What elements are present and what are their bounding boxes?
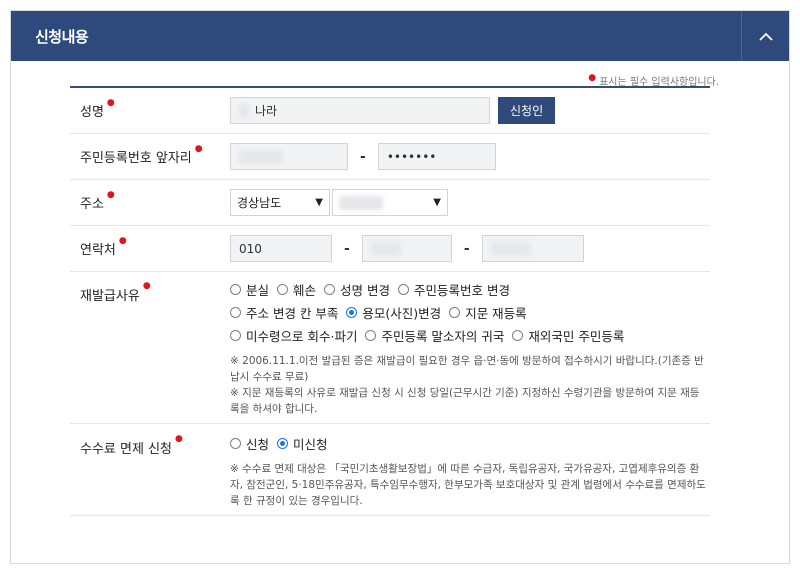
row-reason: 재발급사유 ● 분실 훼손 성명 변경 주민등록번호 변경 주소 변경 칸 부족 … (70, 272, 710, 424)
chevron-up-icon (758, 32, 773, 41)
fee-option-not-apply[interactable]: 미신청 (277, 434, 328, 453)
province-select[interactable]: 경상남도 ▼ (230, 189, 330, 216)
reason-option-overseas[interactable]: 재외국민 주민등록 (512, 326, 624, 345)
reason-option-unreceived[interactable]: 미수령으로 회수·파기 (230, 326, 357, 345)
reason-option-return[interactable]: 주민등록 말소자의 귀국 (365, 326, 504, 345)
rrn-front-field[interactable] (230, 143, 348, 170)
required-dot-icon: ● (106, 189, 115, 200)
chevron-down-icon: ▼ (433, 197, 441, 208)
label-name: 성명 ● (80, 97, 115, 121)
reason-option-lost[interactable]: 분실 (230, 280, 269, 299)
application-form: 성명 ● 나라 신청인 주민등록번호 앞자리 ● - ••••••• 주소 ● 경상남… (70, 86, 710, 516)
rrn-back-field[interactable]: ••••••• (377, 143, 496, 170)
dash: - (360, 148, 366, 165)
required-dot-icon: ● (588, 73, 597, 83)
panel-header: 신청내용 (11, 11, 789, 61)
row-fee: 수수료 면제 신청 ● 신청 미신청 ※ 수수료 면제 대상은 「국민기초생활보장… (70, 424, 710, 516)
row-rrn: 주민등록번호 앞자리 ● - ••••••• (70, 134, 710, 180)
required-dot-icon: ● (175, 434, 183, 444)
row-address: 주소 ● 경상남도 ▼ ▼ (70, 180, 710, 226)
reason-option-photo-change[interactable]: 용모(사진)변경 (346, 303, 441, 322)
label-address: 주소 ● (80, 189, 115, 213)
collapse-button[interactable] (741, 11, 789, 61)
name-field[interactable]: 나라 (230, 97, 490, 124)
phone-middle-field[interactable] (361, 235, 452, 262)
reason-option-name-change[interactable]: 성명 변경 (324, 280, 390, 299)
reason-option-rrn-change[interactable]: 주민등록번호 변경 (398, 280, 510, 299)
reason-option-damaged[interactable]: 훼손 (277, 280, 316, 299)
reason-option-address-space[interactable]: 주소 변경 칸 부족 (230, 303, 338, 322)
phone-last-field[interactable] (481, 235, 584, 262)
reason-note-1: ※ 2006.11.1.이전 발급된 증은 재발급이 필요한 경우 읍·면·동에… (230, 355, 704, 383)
label-reason: 재발급사유 ● (80, 281, 151, 304)
label-rrn: 주민등록번호 앞자리 ● (80, 143, 203, 167)
chevron-down-icon: ▼ (315, 197, 323, 208)
fee-note: ※ 수수료 면제 대상은 「국민기초생활보장법」에 따른 수급자, 독립유공자,… (230, 463, 706, 507)
reason-option-fingerprint[interactable]: 지문 재등록 (449, 303, 527, 322)
row-contact: 연락처 ● 010 - - (70, 226, 710, 272)
phone-prefix-field[interactable]: 010 (230, 235, 332, 262)
row-name: 성명 ● 나라 신청인 (70, 88, 710, 134)
dash: - (463, 240, 470, 257)
required-dot-icon: ● (106, 97, 115, 108)
required-dot-icon: ● (194, 143, 203, 154)
required-dot-icon: ● (142, 281, 151, 291)
reason-note-2: ※ 지문 재등록의 사유로 재발급 신청 시 신청 당일(근무시간 기준) 지정… (230, 387, 700, 415)
label-fee: 수수료 면제 신청 ● (80, 434, 183, 457)
label-contact: 연락처 ● (80, 235, 127, 259)
required-dot-icon: ● (118, 235, 127, 246)
dash: - (344, 240, 350, 257)
city-select[interactable]: ▼ (332, 189, 448, 216)
fee-option-apply[interactable]: 신청 (230, 434, 269, 453)
panel-title: 신청내용 (35, 27, 89, 46)
applicant-button[interactable]: 신청인 (498, 97, 556, 124)
